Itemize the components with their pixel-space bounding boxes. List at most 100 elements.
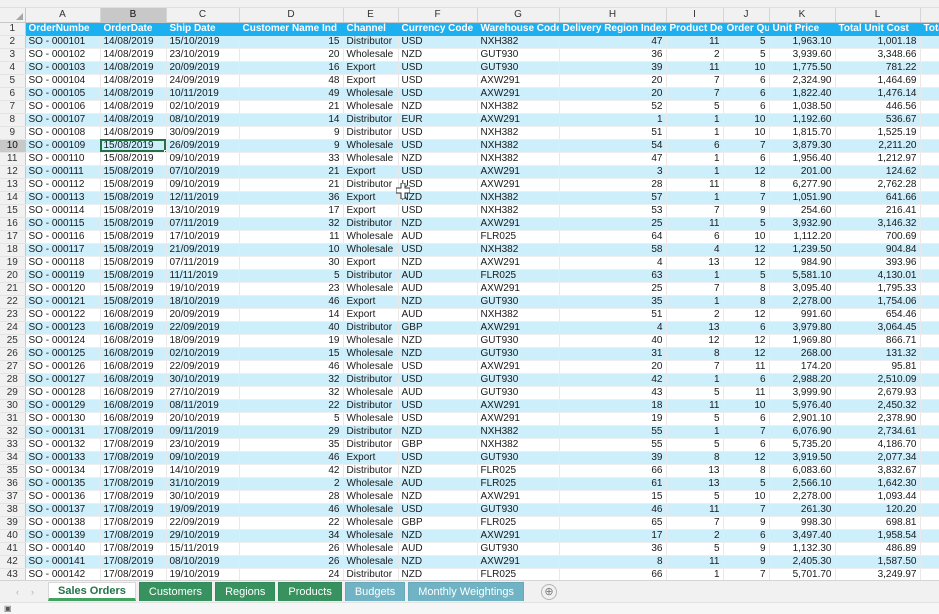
table-row[interactable]: 29 SO - 000128 16/08/2019 27/10/2019 32 Whole… <box>0 386 939 400</box>
table-cell[interactable]: 13 <box>666 464 724 478</box>
table-cell[interactable]: 19/10/2019 <box>166 568 240 580</box>
table-cell[interactable]: 15 <box>559 490 667 504</box>
table-cell[interactable]: 17/08/2019 <box>100 568 167 580</box>
table-cell[interactable]: Wholesale <box>343 48 399 62</box>
table-cell[interactable]: 5 <box>666 542 724 556</box>
table-cell[interactable]: 6 <box>723 412 770 426</box>
table-cell[interactable]: 20 <box>559 74 667 88</box>
table-cell[interactable]: FLR025 <box>477 568 560 580</box>
table-cell[interactable]: 9,815.50 <box>920 35 939 49</box>
table-cell[interactable]: 124.62 <box>835 165 921 179</box>
table-cell[interactable]: 1,829.10 <box>920 503 939 517</box>
table-cell[interactable]: 29/10/2019 <box>166 529 240 543</box>
table-cell[interactable]: 47 <box>559 152 667 166</box>
table-cell[interactable]: 18/10/2019 <box>166 295 240 309</box>
table-cell[interactable]: 15/08/2019 <box>100 243 167 257</box>
table-cell[interactable]: 2,211.20 <box>835 139 921 153</box>
table-cell[interactable]: 2,679.93 <box>835 386 921 400</box>
sheet-tab-products[interactable]: Products <box>278 582 342 601</box>
table-header-cell[interactable]: Customer Name Ind <box>239 22 344 36</box>
table-cell[interactable]: 16/08/2019 <box>100 399 167 413</box>
table-cell[interactable]: AXW291 <box>477 178 560 192</box>
table-cell[interactable]: 10,934.40 <box>920 87 939 101</box>
table-cell[interactable]: 17,406.60 <box>920 412 939 426</box>
table-cell[interactable]: 7 <box>666 516 724 530</box>
table-cell[interactable]: GUT930 <box>477 503 560 517</box>
table-cell[interactable]: Export <box>343 191 399 205</box>
row-number[interactable]: 14 <box>0 191 26 205</box>
table-cell[interactable]: 16 <box>239 61 344 75</box>
table-cell[interactable]: 2 <box>239 477 344 491</box>
sheet-tab-regions[interactable]: Regions <box>215 582 276 601</box>
table-cell[interactable]: Distributor <box>343 425 399 439</box>
table-cell[interactable]: 4 <box>559 256 667 270</box>
table-cell[interactable]: 36 <box>559 542 667 556</box>
table-cell[interactable]: 28 <box>239 490 344 504</box>
table-cell[interactable]: 17 <box>239 204 344 218</box>
table-header-cell[interactable]: Delivery Region Index <box>559 22 667 36</box>
table-cell[interactable]: 2,077.34 <box>835 451 921 465</box>
table-row[interactable]: 17 SO - 000116 15/08/2019 17/10/2019 11 Whole… <box>0 230 939 244</box>
table-cell[interactable]: 02/10/2019 <box>166 347 240 361</box>
table-cell[interactable]: 12 <box>723 347 770 361</box>
table-cell[interactable]: 46 <box>239 503 344 517</box>
table-cell[interactable]: FLR025 <box>477 477 560 491</box>
row-number[interactable]: 20 <box>0 269 26 283</box>
table-cell[interactable]: 9 <box>723 542 770 556</box>
table-cell[interactable]: AXW291 <box>477 282 560 296</box>
table-cell[interactable]: SO - 000103 <box>25 61 101 75</box>
table-cell[interactable]: 8 <box>723 282 770 296</box>
table-cell[interactable]: 40 <box>239 321 344 335</box>
table-cell[interactable]: 6 <box>723 529 770 543</box>
table-cell[interactable]: Wholesale <box>343 529 399 543</box>
table-cell[interactable]: 23,637.60 <box>920 334 939 348</box>
table-cell[interactable]: Wholesale <box>343 516 399 530</box>
table-cell[interactable]: NXH382 <box>477 191 560 205</box>
table-cell[interactable]: AXW291 <box>477 217 560 231</box>
table-cell[interactable]: 6 <box>723 321 770 335</box>
table-cell[interactable]: 2,988.20 <box>769 373 836 387</box>
row-number[interactable]: 15 <box>0 204 26 218</box>
table-cell[interactable]: SO - 000142 <box>25 568 101 580</box>
table-cell[interactable]: SO - 000113 <box>25 191 101 205</box>
table-cell[interactable]: 3,497.40 <box>769 529 836 543</box>
table-cell[interactable]: 1 <box>666 191 724 205</box>
table-cell[interactable]: 16/08/2019 <box>100 308 167 322</box>
table-cell[interactable]: SO - 000135 <box>25 477 101 491</box>
table-row[interactable]: 38 SO - 000137 17/08/2019 19/09/2019 46 Whole… <box>0 503 939 517</box>
table-cell[interactable]: 13/10/2019 <box>166 204 240 218</box>
table-cell[interactable]: 9 <box>239 126 344 140</box>
table-cell[interactable]: 654.46 <box>835 308 921 322</box>
table-header-cell[interactable]: Total Revenue <box>920 22 939 36</box>
table-cell[interactable]: 22/09/2019 <box>166 360 240 374</box>
table-cell[interactable]: 6 <box>723 100 770 114</box>
table-cell[interactable]: 3,216.00 <box>920 347 939 361</box>
table-cell[interactable]: 22/09/2019 <box>166 321 240 335</box>
table-cell[interactable]: 51 <box>559 308 667 322</box>
table-cell[interactable]: 16/08/2019 <box>100 373 167 387</box>
sheet-tab-bar[interactable]: ‹ › Sales Orders Customers Regions Products… <box>0 580 939 602</box>
row-number[interactable]: 2 <box>0 35 26 49</box>
table-cell[interactable]: 17/08/2019 <box>100 503 167 517</box>
table-cell[interactable]: 17,929.20 <box>920 373 939 387</box>
table-cell[interactable]: 14/08/2019 <box>100 100 167 114</box>
table-cell[interactable]: NZD <box>398 217 478 231</box>
table-cell[interactable]: 11 <box>666 178 724 192</box>
table-cell[interactable]: SO - 000115 <box>25 217 101 231</box>
table-cell[interactable]: NZD <box>398 490 478 504</box>
table-row[interactable]: 31 SO - 000130 16/08/2019 20/10/2019 5 Wholes… <box>0 412 939 426</box>
table-cell[interactable]: AXW291 <box>477 490 560 504</box>
column-header-g[interactable]: G <box>477 8 560 23</box>
select-all-triangle-icon[interactable] <box>0 8 26 23</box>
table-cell[interactable]: 15/08/2019 <box>100 269 167 283</box>
table-cell[interactable]: 7 <box>666 87 724 101</box>
table-cell[interactable]: 57 <box>559 191 667 205</box>
table-cell[interactable]: 17/08/2019 <box>100 464 167 478</box>
row-number[interactable]: 28 <box>0 373 26 387</box>
table-cell[interactable]: 24,763.20 <box>920 282 939 296</box>
table-cell[interactable]: 33 <box>239 152 344 166</box>
table-cell[interactable]: 2,734.61 <box>835 425 921 439</box>
table-cell[interactable]: USD <box>398 360 478 374</box>
table-cell[interactable]: 3,064.45 <box>835 321 921 335</box>
table-header-cell[interactable]: Unit Price <box>769 22 836 36</box>
